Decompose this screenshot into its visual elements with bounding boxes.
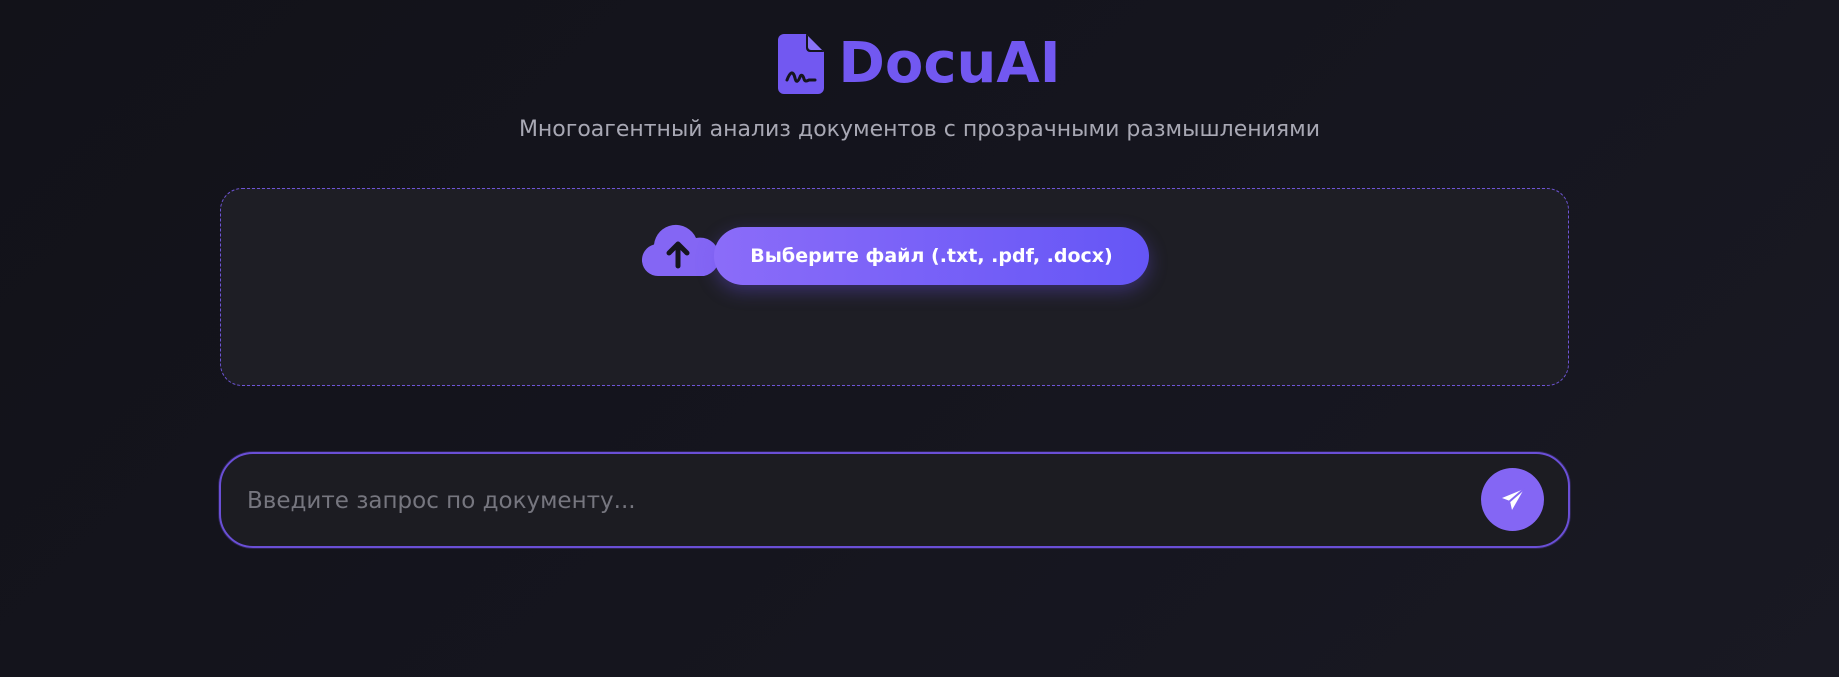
page-header: DocuAI Многоагентный анализ документов с… — [0, 30, 1839, 144]
cloud-upload-icon — [640, 220, 720, 278]
file-drop-zone[interactable]: Выберите файл (.txt, .pdf, .docx) — [220, 188, 1569, 386]
app-title: DocuAI — [838, 31, 1061, 96]
query-bar — [219, 452, 1570, 548]
file-signature-icon — [778, 34, 825, 94]
brand: DocuAI — [778, 30, 1061, 98]
app-subtitle: Многоагентный анализ документов с прозра… — [518, 117, 1321, 142]
paper-plane-icon — [1500, 487, 1526, 513]
choose-file-button[interactable]: Выберите файл (.txt, .pdf, .docx) — [714, 227, 1149, 285]
upload-controls: Выберите файл (.txt, .pdf, .docx) — [221, 224, 1568, 285]
send-button[interactable] — [1481, 468, 1544, 531]
query-input[interactable] — [245, 478, 1449, 524]
